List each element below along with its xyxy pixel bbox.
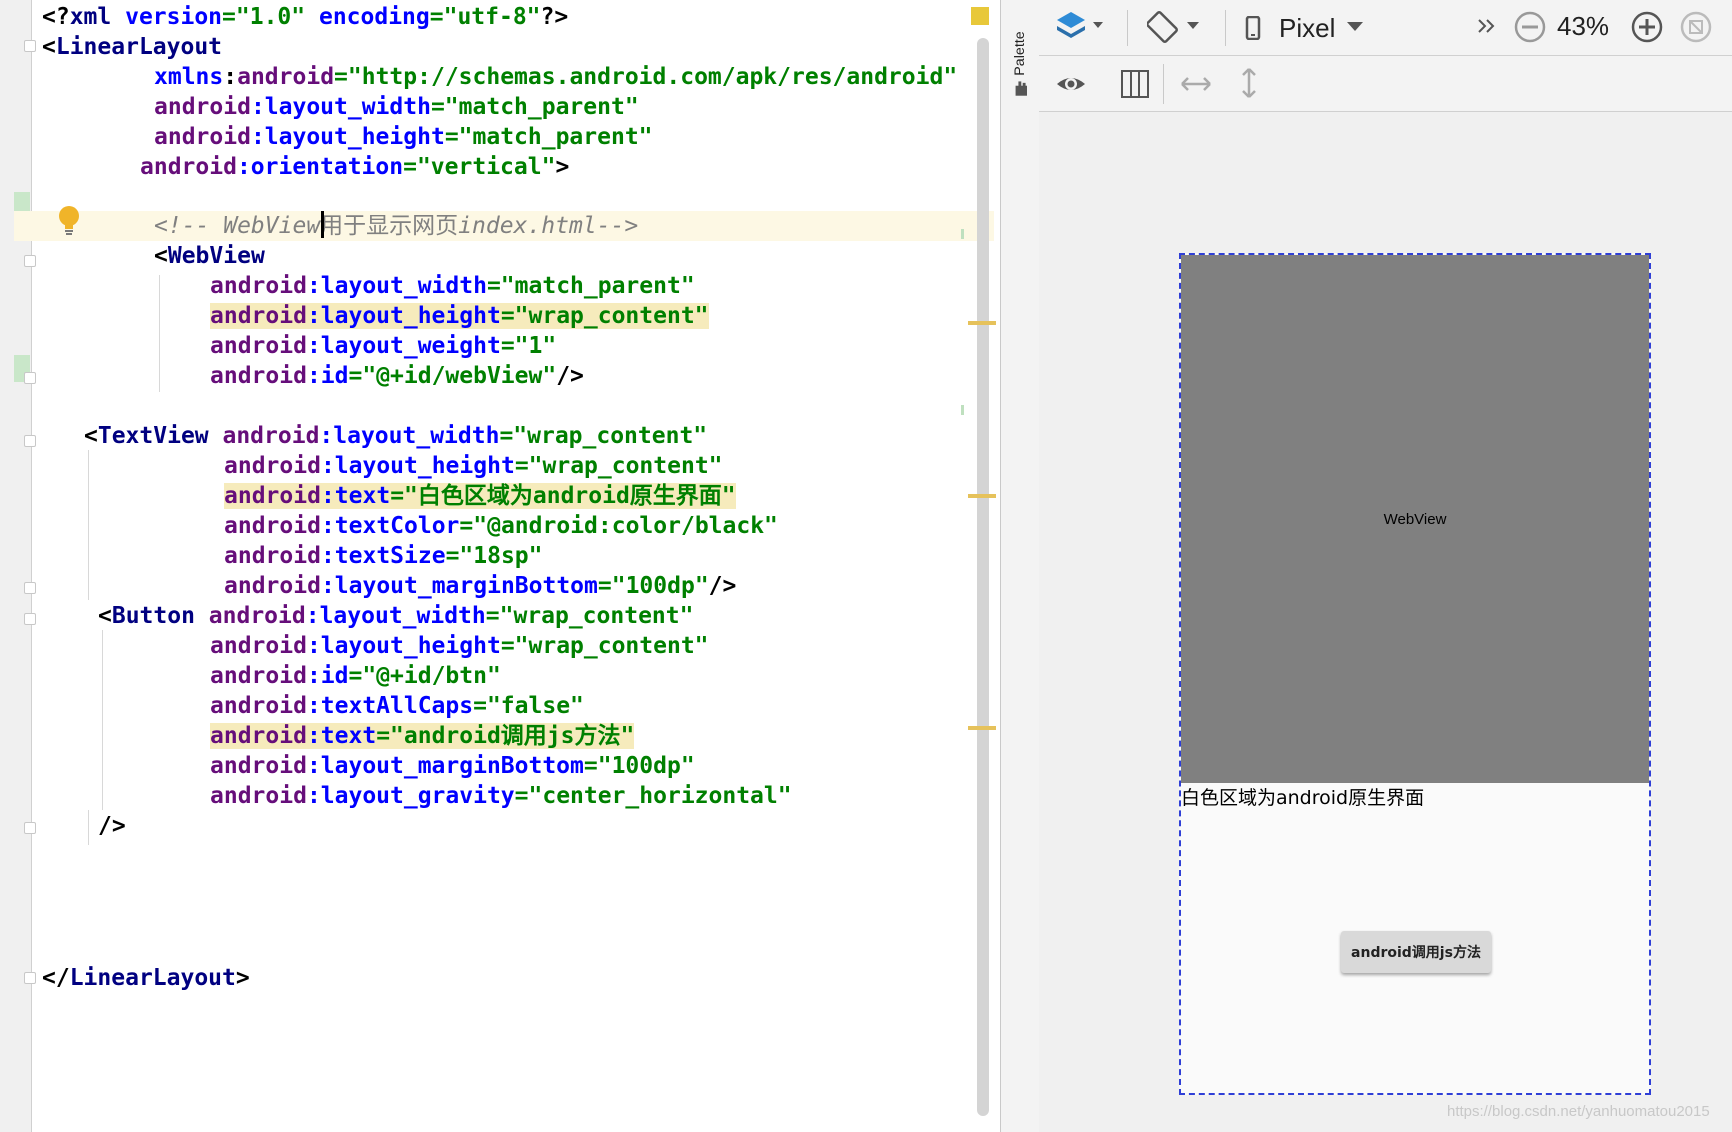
zoom-fit-icon[interactable]: [1679, 10, 1713, 44]
code-line: <!-- WebView用于显示网页index.html-->: [154, 213, 639, 239]
code-line: android:layout_weight="1": [210, 333, 557, 359]
palette-icon: [1015, 81, 1027, 96]
device-selector[interactable]: Pixel: [1245, 10, 1365, 44]
lightbulb-icon[interactable]: [57, 205, 81, 239]
vertical-scrollbar[interactable]: [977, 38, 989, 1116]
webview-label: WebView: [1383, 510, 1447, 528]
palette-strip[interactable]: Palette: [1000, 0, 1040, 1132]
code-line: android:orientation="vertical">: [140, 154, 570, 180]
orientation-icon[interactable]: [1146, 8, 1207, 46]
designer-view-toolbar: [1039, 56, 1732, 112]
code-line: android:layout_width="match_parent": [154, 94, 639, 120]
zoom-in-icon[interactable]: [1630, 10, 1664, 44]
code-line: </LinearLayout>: [42, 965, 250, 991]
warning-marker[interactable]: [968, 726, 996, 730]
layout-designer[interactable]: Pixel 43% WebView 白色区域为android原生界面 andro…: [1039, 0, 1732, 1132]
code-line: android:layout_height="wrap_content": [224, 453, 723, 479]
more-icon[interactable]: [1475, 14, 1499, 38]
resize-vertical-icon[interactable]: [1235, 66, 1263, 100]
layers-icon[interactable]: [1055, 10, 1107, 44]
eye-icon[interactable]: [1055, 68, 1087, 100]
code-line: android:layout_marginBottom="100dp": [210, 753, 695, 779]
palette-label: Palette: [1012, 31, 1028, 75]
native-textview[interactable]: 白色区域为android原生界面: [1181, 785, 1424, 811]
toolbar-separator: [1163, 64, 1164, 104]
text-caret: [321, 211, 324, 238]
code-line: />: [98, 813, 126, 839]
watermark: https://blog.csdn.net/yanhuomatou2015: [1447, 1103, 1710, 1120]
resize-horizontal-icon[interactable]: [1179, 70, 1213, 98]
code-content[interactable]: <?xml version="1.0" encoding="utf-8"?> <…: [0, 0, 1000, 1132]
code-line: <?xml version="1.0" encoding="utf-8"?>: [42, 4, 569, 30]
warning-status-icon[interactable]: [971, 7, 989, 25]
code-line: <LinearLayout: [42, 34, 223, 60]
code-line: xmlns:android="http://schemas.android.co…: [154, 64, 958, 90]
code-line: android:text="android调用js方法": [210, 723, 635, 749]
device-label: Pixel: [1279, 13, 1336, 43]
code-line: android:id="@+id/webView"/>: [210, 363, 584, 389]
code-line: <Button android:layout_width="wrap_conte…: [98, 603, 694, 629]
warning-marker[interactable]: [968, 321, 996, 325]
device-icon: [1245, 16, 1261, 40]
code-line: android:id="@+id/btn": [210, 663, 501, 689]
code-line: android:layout_height="wrap_content": [210, 633, 709, 659]
toolbar-separator: [1127, 10, 1128, 46]
code-line: <TextView android:layout_width="wrap_con…: [84, 423, 708, 449]
code-line: android:textSize="18sp": [224, 543, 543, 569]
js-call-button[interactable]: android调用js方法: [1341, 931, 1491, 973]
zoom-out-icon[interactable]: [1513, 10, 1547, 44]
code-line: android:layout_marginBottom="100dp"/>: [224, 573, 737, 599]
code-line: android:layout_gravity="center_horizonta…: [210, 783, 792, 809]
warning-marker[interactable]: [968, 494, 996, 498]
code-line: android:layout_width="match_parent": [210, 273, 695, 299]
code-line: <WebView: [154, 243, 265, 269]
blueprint-icon[interactable]: [1119, 68, 1151, 100]
change-stripe: [961, 405, 964, 415]
code-line: android:text="白色区域为android原生界面": [224, 483, 736, 509]
chevron-down-icon: [1347, 22, 1363, 31]
designer-toolbar: Pixel 43%: [1039, 0, 1732, 56]
webview-preview[interactable]: WebView: [1181, 255, 1649, 783]
code-editor[interactable]: <?xml version="1.0" encoding="utf-8"?> <…: [0, 0, 1000, 1132]
code-line: android:textColor="@android:color/black": [224, 513, 778, 539]
device-preview[interactable]: WebView 白色区域为android原生界面 android调用js方法: [1179, 253, 1651, 1095]
code-line: android:layout_height="match_parent": [154, 124, 653, 150]
code-line: android:layout_height="wrap_content": [210, 303, 709, 329]
toolbar-separator: [1225, 10, 1226, 46]
palette-tab[interactable]: Palette: [1007, 20, 1037, 100]
code-line: android:textAllCaps="false": [210, 693, 584, 719]
change-stripe: [961, 229, 964, 239]
zoom-level: 43%: [1557, 11, 1610, 41]
